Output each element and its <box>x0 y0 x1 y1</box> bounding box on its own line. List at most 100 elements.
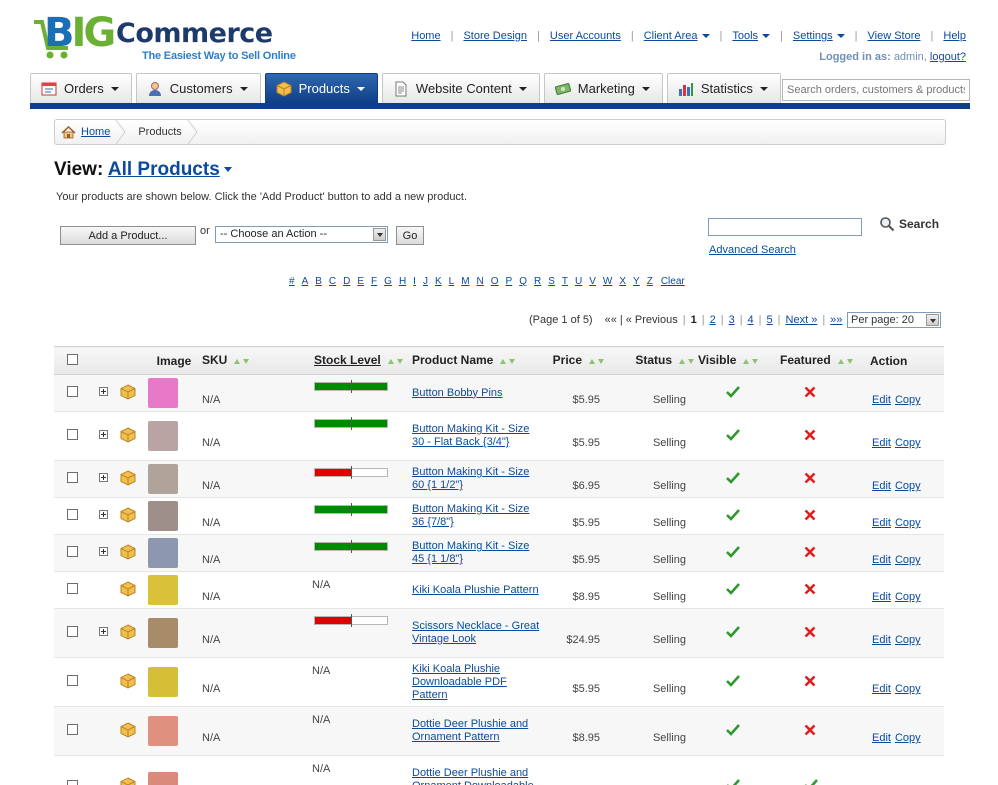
edit-link[interactable]: Edit <box>872 732 891 744</box>
topnav-client-area[interactable]: Client Area <box>644 30 698 42</box>
cross-icon[interactable] <box>804 472 816 484</box>
product-thumbnail[interactable] <box>148 464 178 494</box>
letter-filter-j[interactable]: J <box>423 276 428 287</box>
tab-products[interactable]: Products <box>264 73 378 103</box>
topnav-settings[interactable]: Settings <box>793 30 833 42</box>
letter-filter-q[interactable]: Q <box>519 276 527 287</box>
chevron-down-icon[interactable] <box>518 86 527 91</box>
page-link-4[interactable]: 4 <box>748 314 754 326</box>
letter-filter-r[interactable]: R <box>534 276 541 287</box>
letter-filter-t[interactable]: T <box>562 276 568 287</box>
tab-marketing[interactable]: Marketing <box>543 73 663 103</box>
letter-filter-p[interactable]: P <box>506 276 513 287</box>
copy-link[interactable]: Copy <box>895 554 921 566</box>
edit-link[interactable]: Edit <box>872 480 891 492</box>
next-page-link[interactable]: Next » <box>786 314 818 326</box>
product-name-link[interactable]: Scissors Necklace - Great Vintage Look <box>412 618 540 648</box>
check-icon[interactable] <box>726 508 740 521</box>
row-checkbox[interactable] <box>67 546 78 557</box>
product-thumbnail[interactable] <box>148 667 178 697</box>
copy-link[interactable]: Copy <box>895 591 921 603</box>
check-icon[interactable] <box>726 545 740 558</box>
chevron-down-icon[interactable] <box>223 167 232 173</box>
expand-icon[interactable] <box>99 627 108 636</box>
topnav-tools[interactable]: Tools <box>732 30 758 42</box>
letter-filter-c[interactable]: C <box>329 276 336 287</box>
check-icon[interactable] <box>726 723 740 736</box>
letter-filter-k[interactable]: K <box>435 276 442 287</box>
product-name-link[interactable]: Button Making Kit - Size 36 {7/8"} <box>412 501 540 531</box>
copy-link[interactable]: Copy <box>895 437 921 449</box>
letter-filter-z[interactable]: Z <box>647 276 653 287</box>
check-icon[interactable] <box>726 625 740 638</box>
tab-orders[interactable]: Orders <box>30 73 132 103</box>
letter-filter-m[interactable]: M <box>461 276 469 287</box>
expand-icon[interactable] <box>99 547 108 556</box>
sort-arrows-icon[interactable] <box>837 354 855 368</box>
column-visible[interactable]: Visible <box>698 346 770 375</box>
advanced-search-link[interactable]: Advanced Search <box>709 244 796 256</box>
expand-icon[interactable] <box>99 473 108 482</box>
product-thumbnail[interactable] <box>148 501 178 531</box>
chevron-down-icon[interactable] <box>759 86 768 91</box>
copy-link[interactable]: Copy <box>895 634 921 646</box>
letter-filter-x[interactable]: X <box>619 276 626 287</box>
check-icon[interactable] <box>726 779 740 785</box>
view-selector[interactable]: All Products <box>108 159 220 180</box>
product-search-button[interactable]: Search <box>879 216 939 232</box>
column-featured[interactable]: Featured <box>770 346 856 375</box>
chevron-down-icon[interactable] <box>239 86 248 91</box>
chevron-down-icon[interactable] <box>641 86 650 91</box>
breadcrumb-home-link[interactable]: Home <box>81 126 110 138</box>
product-thumbnail[interactable] <box>148 575 178 605</box>
go-button[interactable]: Go <box>396 226 424 245</box>
expand-icon[interactable] <box>99 430 108 439</box>
select-all-checkbox[interactable] <box>67 353 78 365</box>
copy-link[interactable]: Copy <box>895 480 921 492</box>
per-page-select[interactable]: Per page: 20 <box>847 312 941 328</box>
row-checkbox[interactable] <box>67 509 78 520</box>
letter-filter-g[interactable]: G <box>384 276 392 287</box>
edit-link[interactable]: Edit <box>872 634 891 646</box>
row-checkbox[interactable] <box>67 626 78 637</box>
row-checkbox[interactable] <box>67 583 78 594</box>
copy-link[interactable]: Copy <box>895 683 921 695</box>
cross-icon[interactable] <box>804 675 816 687</box>
copy-link[interactable]: Copy <box>895 732 921 744</box>
chevron-down-icon[interactable] <box>356 86 365 91</box>
chevron-down-icon[interactable] <box>762 34 771 38</box>
topnav-store-design[interactable]: Store Design <box>463 30 527 42</box>
page-link-5[interactable]: 5 <box>767 314 773 326</box>
letter-filter-b[interactable]: B <box>315 276 322 287</box>
topnav-home[interactable]: Home <box>411 30 440 42</box>
chevron-down-icon[interactable] <box>110 86 119 91</box>
check-icon[interactable] <box>726 428 740 441</box>
letter-filter-w[interactable]: W <box>603 276 612 287</box>
tab-customers[interactable]: Customers <box>135 73 261 103</box>
copy-link[interactable]: Copy <box>895 394 921 406</box>
letter-filter-o[interactable]: O <box>491 276 499 287</box>
row-checkbox[interactable] <box>67 724 78 735</box>
sort-arrows-icon[interactable] <box>588 354 606 368</box>
row-checkbox[interactable] <box>67 386 78 397</box>
chevron-down-icon[interactable] <box>836 34 845 38</box>
topnav-help[interactable]: Help <box>943 30 966 42</box>
edit-link[interactable]: Edit <box>872 437 891 449</box>
column-price[interactable]: Price <box>540 346 614 375</box>
first-page-link[interactable]: «« | <box>605 314 623 326</box>
letter-filter-hash[interactable]: # <box>289 276 295 287</box>
product-name-link[interactable]: Button Making Kit - Size 60 {1 1/2"} <box>412 464 540 494</box>
row-checkbox[interactable] <box>67 429 78 440</box>
product-thumbnail[interactable] <box>148 421 178 451</box>
product-thumbnail[interactable] <box>148 378 178 408</box>
letter-filter-d[interactable]: D <box>343 276 350 287</box>
letter-filter-v[interactable]: V <box>589 276 596 287</box>
letter-filter-y[interactable]: Y <box>633 276 640 287</box>
topnav-user-accounts[interactable]: User Accounts <box>550 30 621 42</box>
page-link-3[interactable]: 3 <box>729 314 735 326</box>
row-checkbox[interactable] <box>67 779 78 785</box>
cross-icon[interactable] <box>804 386 816 398</box>
cross-icon[interactable] <box>804 509 816 521</box>
sort-arrows-icon[interactable] <box>678 354 696 368</box>
edit-link[interactable]: Edit <box>872 554 891 566</box>
